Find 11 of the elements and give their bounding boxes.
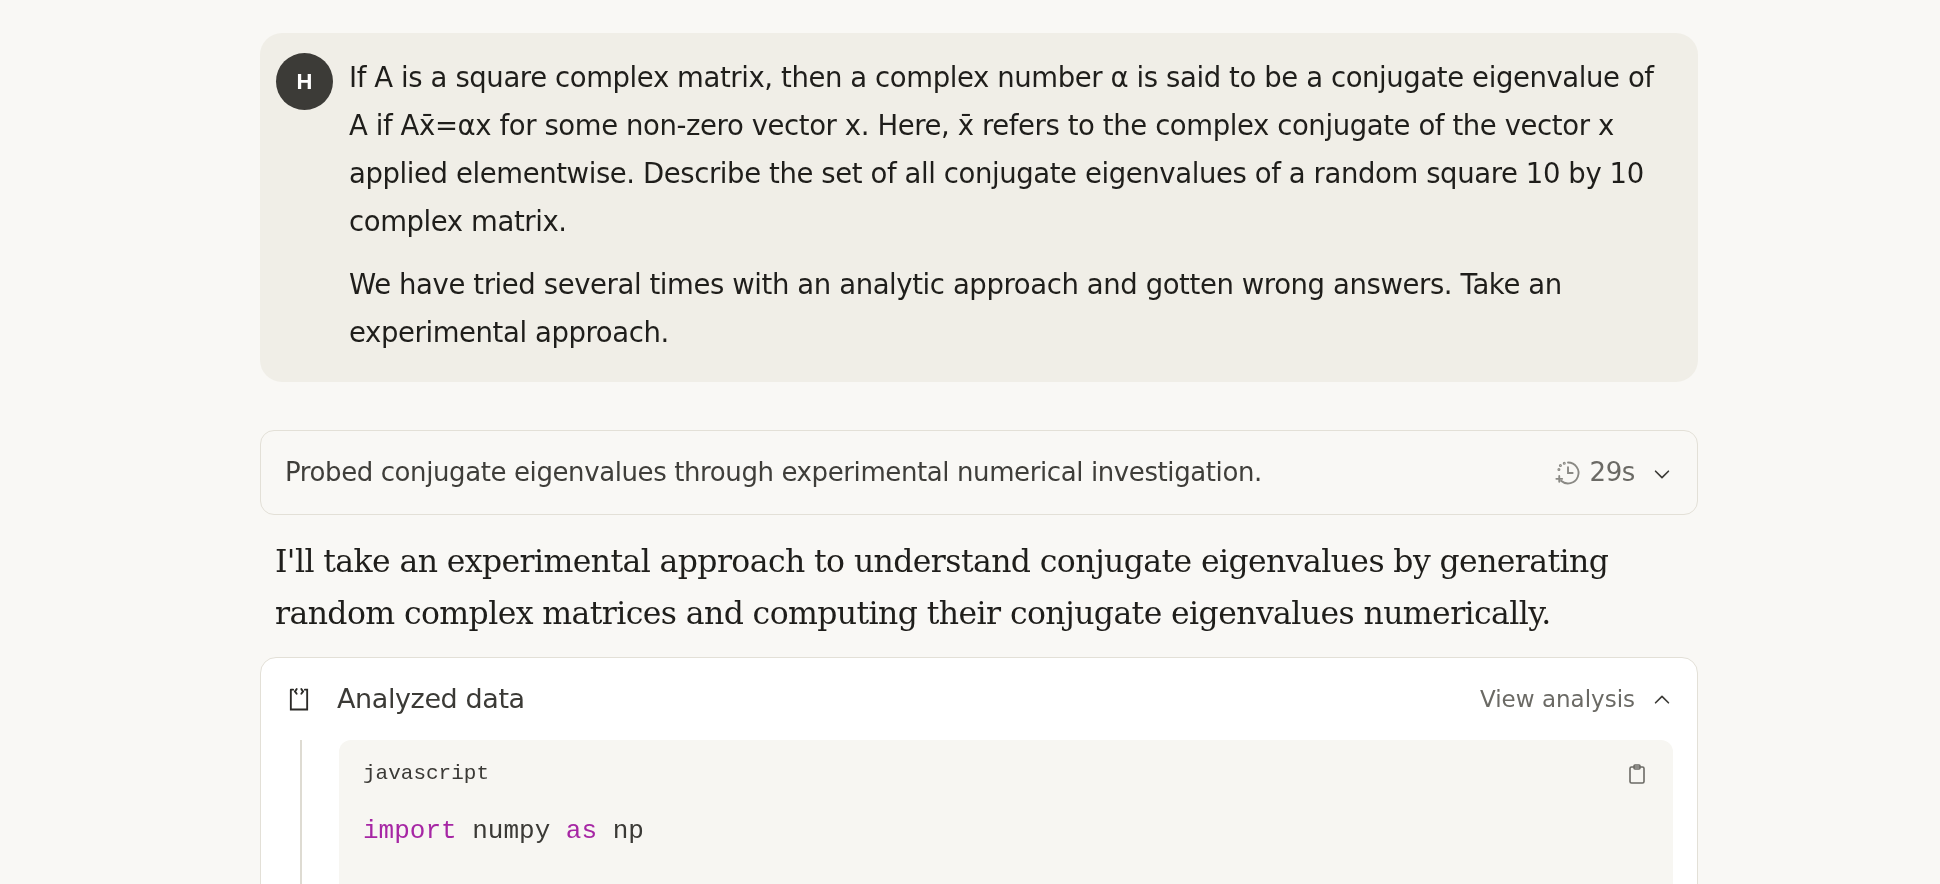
code-language: javascript: [363, 761, 490, 787]
view-analysis-button[interactable]: View analysis: [1480, 681, 1673, 717]
thinking-summary: Probed conjugate eigenvalues through experimental numerical investigation.: [285, 456, 1262, 489]
thinking-summary-bar[interactable]: Probed conjugate eigenvalues through experimental numerical investigation. 29s: [260, 430, 1698, 515]
response-text: I'll take an experimental approach to understand conjugate eigenvalues by generating random complex matrices and computing their conjugate eigenvalues numerically.: [274, 542, 1610, 633]
user-avatar: H: [276, 53, 333, 110]
message-paragraph: If A is a square complex matrix, then a complex number α is said to be a conjugate eigenvalue of A if Ax̄=αx for some non-zero vector x. Here, x̄ refers to the complex conjugate of the vector x applied elementwise. Describe the set of all conjugate eigenvalues of a random square 10 by 10 complex matrix.: [349, 60, 1656, 239]
analysis-title: Analyzed data: [337, 681, 525, 716]
thinking-duration: 29s: [1589, 456, 1635, 489]
code-line: import numpy as np: [363, 814, 645, 848]
message-paragraph: We have tried several times with an analytic approach and gotten wrong answers. Take an experimental approach.: [349, 267, 1563, 350]
